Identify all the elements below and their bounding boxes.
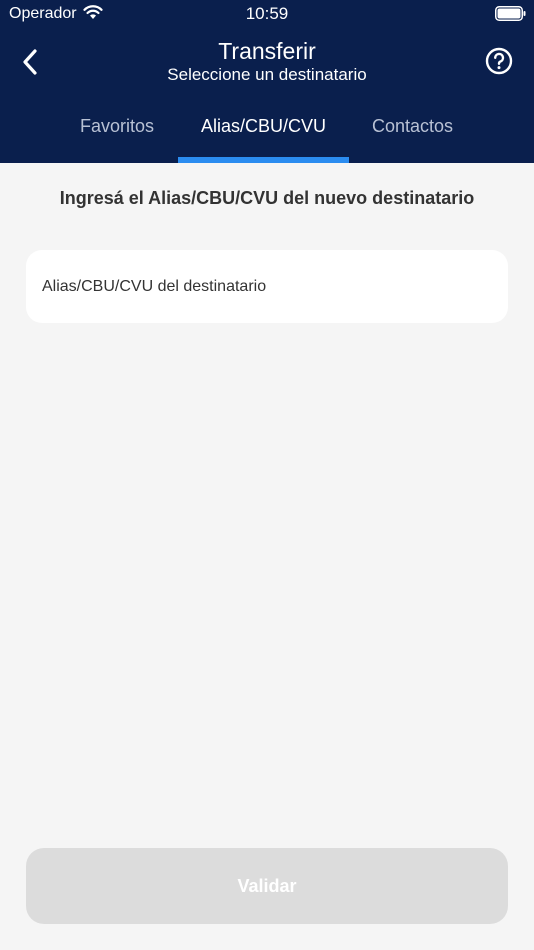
app-screen: Operador 10:59 Transferir Seleccione un …	[0, 0, 534, 950]
help-icon	[485, 47, 513, 75]
header: Operador 10:59 Transferir Seleccione un …	[0, 0, 534, 163]
alias-cbu-cvu-input[interactable]	[26, 250, 508, 323]
status-bar: Operador 10:59	[0, 0, 534, 28]
page-subtitle: Seleccione un destinatario	[167, 65, 367, 84]
page-title: Transferir	[218, 38, 316, 64]
validate-button[interactable]: Validar	[26, 848, 508, 924]
tab-alias-cbu-cvu[interactable]: Alias/CBU/CVU	[178, 106, 349, 163]
instruction-text: Ingresá el Alias/CBU/CVU del nuevo desti…	[59, 188, 475, 208]
active-tab-indicator	[178, 157, 349, 163]
battery-icon	[495, 6, 526, 21]
help-button[interactable]	[482, 44, 516, 78]
tab-favoritos[interactable]: Favoritos	[62, 106, 172, 163]
tab-bar: Favoritos Alias/CBU/CVU Contactos	[0, 106, 534, 163]
tab-contactos[interactable]: Contactos	[355, 106, 470, 163]
status-time: 10:59	[245, 4, 289, 23]
